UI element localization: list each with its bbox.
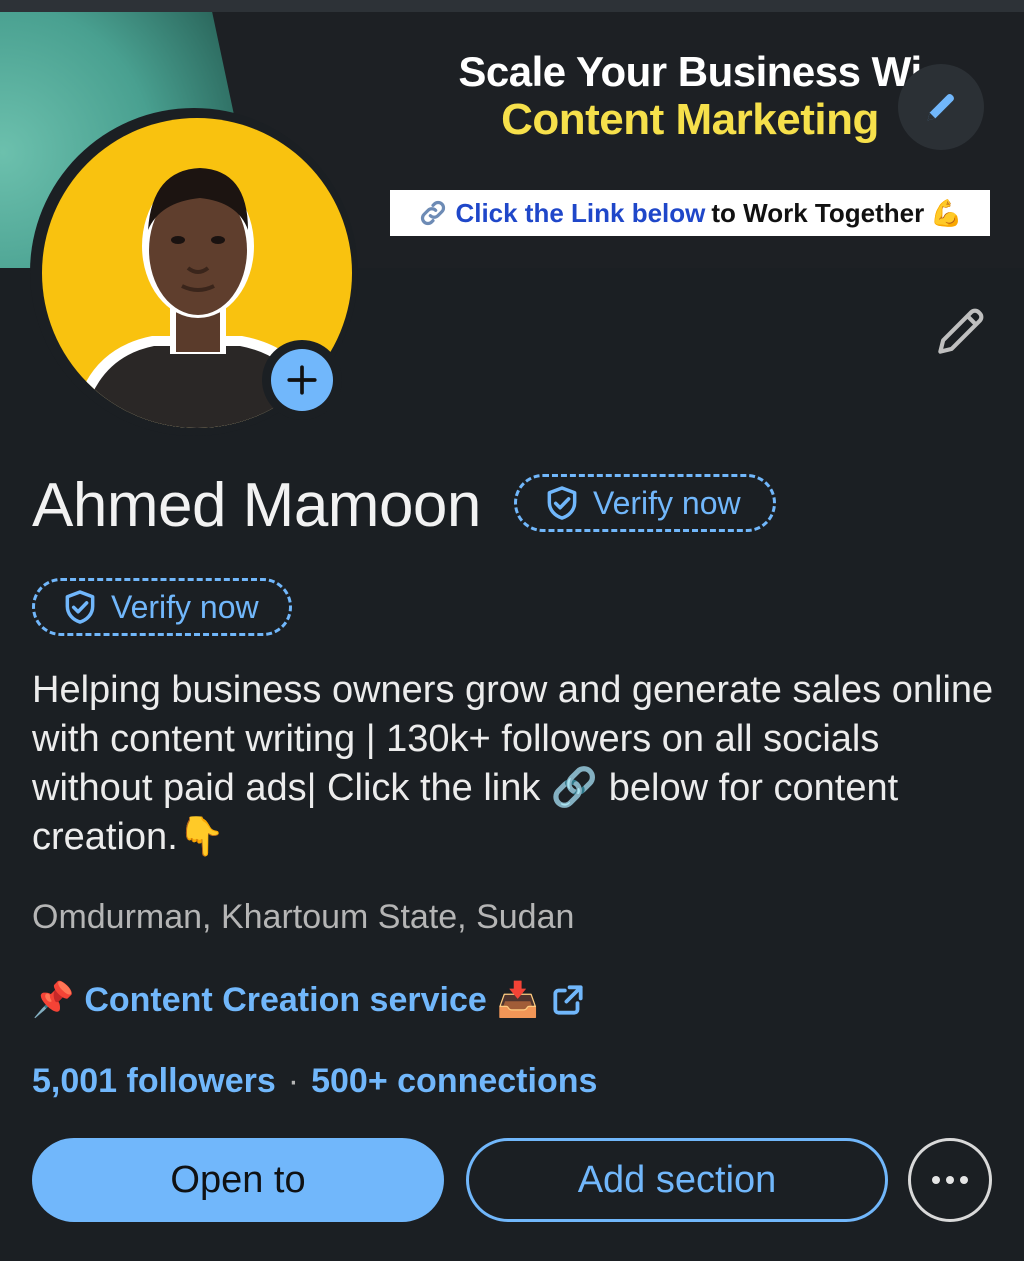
plus-icon xyxy=(287,365,317,395)
edit-profile-button[interactable] xyxy=(930,300,992,362)
add-section-button[interactable]: Add section xyxy=(466,1138,888,1222)
verify-now-label: Verify now xyxy=(593,484,741,521)
profile-headline: Helping business owners grow and generat… xyxy=(32,669,994,858)
network-stats: 5,001 followers · 500+ connections xyxy=(32,1062,597,1101)
pencil-outline-icon xyxy=(938,308,984,354)
followers-count[interactable]: 5,001 followers xyxy=(32,1062,276,1101)
edit-banner-button[interactable] xyxy=(898,64,984,150)
pushpin-emoji: 📌 xyxy=(32,981,75,1019)
shield-check-icon xyxy=(65,590,95,624)
flexed-bicep-emoji: 💪 xyxy=(930,197,963,228)
open-to-button[interactable]: Open to xyxy=(32,1138,444,1222)
inbox-tray-emoji: 📥 xyxy=(496,981,540,1019)
more-options-button[interactable] xyxy=(908,1138,992,1222)
profile-name: Ahmed Mamoon xyxy=(32,471,481,540)
banner-strip-rest-text: to Work Together xyxy=(711,197,925,228)
add-photo-circle xyxy=(271,349,333,411)
shield-check-icon xyxy=(547,486,577,520)
verify-now-label: Verify now xyxy=(111,588,259,625)
top-status-strip xyxy=(0,0,1024,12)
banner-cta-strip: Click the Link below to Work Together 💪 xyxy=(390,190,990,236)
stats-separator: · xyxy=(287,1062,300,1100)
profile-location: Omdurman, Khartoum State, Sudan xyxy=(32,898,575,936)
verify-now-button-secondary[interactable]: Verify now xyxy=(32,578,292,636)
verify-now-button[interactable]: Verify now xyxy=(514,474,776,532)
link-icon xyxy=(421,200,446,226)
content-creation-service-link[interactable]: 📌 Content Creation service 📥 xyxy=(32,980,587,1020)
external-link-icon xyxy=(553,985,583,1015)
connections-count[interactable]: 500+ connections xyxy=(311,1062,597,1101)
pencil-icon xyxy=(927,94,954,121)
service-label: Content Creation service xyxy=(84,980,487,1019)
more-horizontal-icon xyxy=(932,1176,968,1184)
add-photo-button[interactable] xyxy=(262,340,342,420)
banner-strip-link-text: Click the Link below xyxy=(455,197,706,228)
